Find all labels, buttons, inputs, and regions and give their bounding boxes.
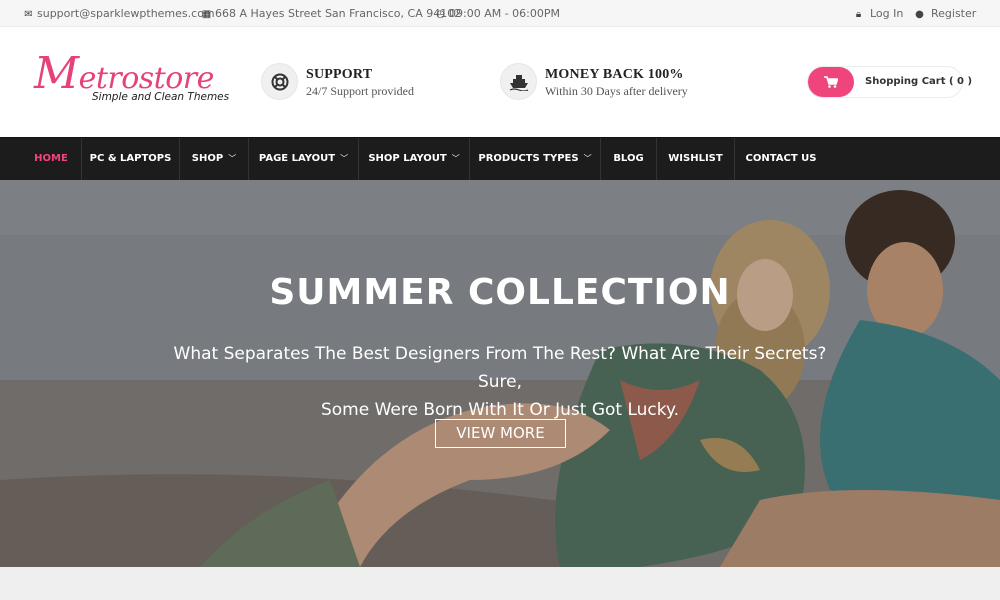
nav-item-pc-laptops[interactable]: PC & LAPTOPS: [81, 138, 180, 180]
contact-address: ▦ 668 A Hayes Street San Francisco, CA 94…: [201, 0, 461, 27]
hours-text: 09:00 AM - 06:00PM: [449, 7, 560, 20]
site-logo[interactable]: Metrostore Simple and Clean Themes: [34, 52, 234, 107]
nav-label: WISHLIST: [668, 153, 723, 164]
hero-text-line: What Separates The Best Designers From T…: [173, 344, 827, 392]
chevron-down-icon: ﹀: [451, 154, 460, 163]
nav-item-blog[interactable]: BLOG: [601, 138, 657, 180]
login-link[interactable]: 🔒︎ Log In: [853, 0, 904, 27]
top-bar: ✉ support@sparklewpthemes.com ▦ 668 A Haye…: [0, 0, 1000, 27]
nav-item-shop-layout[interactable]: SHOP LAYOUT ﹀: [359, 138, 470, 180]
feature-title: SUPPORT: [306, 67, 373, 82]
email-text: support@sparklewpthemes.com: [37, 7, 215, 20]
feature-support: SUPPORT 24/7 Support provided: [261, 63, 461, 103]
login-label: Log In: [870, 7, 904, 20]
opening-hours: ◷ 09:00 AM - 06:00PM: [435, 0, 560, 27]
ship-icon: [500, 63, 537, 100]
nav-item-products-types[interactable]: PRODUCTS TYPES ﹀: [470, 138, 601, 180]
hero-title: SUMMER COLLECTION: [269, 272, 731, 313]
cart-label[interactable]: Shopping Cart ( 0 ): [865, 67, 972, 97]
nav-label: PC & LAPTOPS: [89, 153, 172, 164]
register-label: Register: [931, 7, 977, 20]
shopping-cart[interactable]: Shopping Cart ( 0 ): [807, 66, 972, 98]
lock-icon: 🔒︎: [855, 9, 862, 20]
map-icon: ▦: [201, 9, 212, 20]
hero-slider: SUMMER COLLECTION What Separates The Bes…: [0, 180, 1000, 567]
cart-icon[interactable]: [808, 67, 854, 97]
envelope-icon: ✉: [24, 9, 33, 20]
feature-subtitle: 24/7 Support provided: [306, 84, 414, 98]
feature-title: MONEY BACK 100%: [545, 67, 684, 82]
nav-item-home[interactable]: HOME: [21, 138, 81, 180]
nav-label: PAGE LAYOUT: [258, 153, 336, 164]
hero-description: What Separates The Best Designers From T…: [150, 340, 850, 424]
nav-label: HOME: [34, 153, 68, 164]
section-divider: [0, 567, 1000, 600]
lifebuoy-icon: [261, 63, 298, 100]
register-link[interactable]: ● Register: [914, 0, 976, 27]
logo-tagline: Simple and Clean Themes: [92, 91, 230, 103]
chevron-down-icon: ﹀: [583, 154, 592, 163]
address-text: 668 A Hayes Street San Francisco, CA 941…: [215, 7, 462, 20]
nav-label: SHOP: [191, 153, 224, 164]
nav-item-page-layout[interactable]: PAGE LAYOUT ﹀: [249, 138, 359, 180]
clock-icon: ◷: [436, 9, 445, 20]
chevron-down-icon: ﹀: [340, 154, 349, 163]
logo-first-letter: M: [34, 48, 79, 99]
view-more-button[interactable]: VIEW MORE: [435, 419, 566, 448]
main-nav: HOME PC & LAPTOPS SHOP ﹀ PAGE LAYOUT ﹀ SHO…: [0, 137, 1000, 180]
nav-item-wishlist[interactable]: WISHLIST: [657, 138, 735, 180]
contact-email[interactable]: ✉ support@sparklewpthemes.com: [23, 0, 215, 27]
user-icon: ●: [915, 9, 924, 20]
feature-subtitle: Within 30 Days after delivery: [545, 84, 688, 98]
nav-label: PRODUCTS TYPES: [478, 153, 579, 164]
feature-money-back: MONEY BACK 100% Within 30 Days after del…: [500, 63, 720, 103]
chevron-down-icon: ﹀: [228, 154, 237, 163]
nav-label: CONTACT US: [745, 153, 817, 164]
site-header: Metrostore Simple and Clean Themes SUPPO…: [0, 27, 1000, 137]
nav-item-shop[interactable]: SHOP ﹀: [180, 138, 249, 180]
nav-label: SHOP LAYOUT: [368, 153, 447, 164]
nav-label: BLOG: [613, 153, 644, 164]
nav-item-contact-us[interactable]: CONTACT US: [735, 138, 827, 180]
